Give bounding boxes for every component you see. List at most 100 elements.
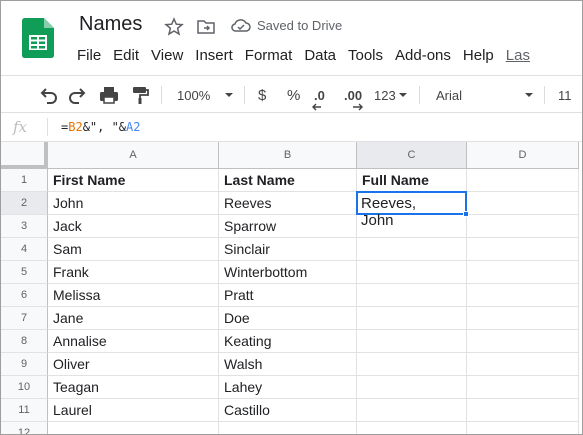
row-header-2[interactable]: 2 bbox=[1, 192, 48, 215]
cell-a3[interactable]: Jack bbox=[48, 215, 219, 238]
increase-decimals-button[interactable]: .00 bbox=[344, 84, 363, 111]
format-currency-button[interactable]: $ bbox=[258, 84, 266, 106]
menu-format[interactable]: Format bbox=[239, 45, 299, 66]
undo-icon[interactable] bbox=[37, 84, 59, 106]
cell-c11[interactable] bbox=[357, 399, 467, 422]
more-formats-button[interactable]: 123 bbox=[374, 84, 408, 106]
cell-c10[interactable] bbox=[357, 376, 467, 399]
cell-b11[interactable]: Castillo bbox=[219, 399, 357, 422]
sheets-logo-icon[interactable] bbox=[22, 18, 54, 58]
cell-b8[interactable]: Keating bbox=[219, 330, 357, 353]
cell-a7[interactable]: Jane bbox=[48, 307, 219, 330]
move-folder-icon[interactable] bbox=[196, 17, 216, 37]
cell-b2[interactable]: Reeves bbox=[219, 192, 357, 215]
cell-a8[interactable]: Annalise bbox=[48, 330, 219, 353]
fill-handle[interactable] bbox=[463, 211, 469, 217]
cell-a9[interactable]: Oliver bbox=[48, 353, 219, 376]
cell-d8[interactable] bbox=[467, 330, 579, 353]
row-header-8[interactable]: 8 bbox=[1, 330, 48, 353]
column-header-c[interactable]: C bbox=[357, 142, 467, 169]
cell-d5[interactable] bbox=[467, 261, 579, 284]
formula-input[interactable]: =B2&", "&A2 bbox=[61, 120, 141, 134]
row-header-6[interactable]: 6 bbox=[1, 284, 48, 307]
column-header-a[interactable]: A bbox=[48, 142, 219, 169]
cell-c4[interactable] bbox=[357, 238, 467, 261]
menu-view[interactable]: View bbox=[145, 45, 189, 66]
redo-icon[interactable] bbox=[67, 84, 89, 106]
cell-a11[interactable]: Laurel bbox=[48, 399, 219, 422]
cell-a10[interactable]: Teagan bbox=[48, 376, 219, 399]
cell-c7[interactable] bbox=[357, 307, 467, 330]
row-header-5[interactable]: 5 bbox=[1, 261, 48, 284]
cell-d10[interactable] bbox=[467, 376, 579, 399]
cell-b10[interactable]: Lahey bbox=[219, 376, 357, 399]
chevron-down-icon bbox=[525, 93, 533, 97]
menu-edit[interactable]: Edit bbox=[107, 45, 145, 66]
cell-c9[interactable] bbox=[357, 353, 467, 376]
menu-add-ons[interactable]: Add-ons bbox=[389, 45, 457, 66]
decrease-decimals-label: .0 bbox=[314, 87, 325, 103]
cloud-done-icon bbox=[231, 19, 251, 32]
row-header-3[interactable]: 3 bbox=[1, 215, 48, 238]
cell-b12[interactable] bbox=[219, 422, 357, 434]
row-header-12[interactable]: 12 bbox=[1, 422, 48, 434]
row-header-4[interactable]: 4 bbox=[1, 238, 48, 261]
cell-c1[interactable]: Full Name bbox=[357, 169, 467, 192]
cell-a6[interactable]: Melissa bbox=[48, 284, 219, 307]
row-header-9[interactable]: 9 bbox=[1, 353, 48, 376]
cell-b6[interactable]: Pratt bbox=[219, 284, 357, 307]
cell-c6[interactable] bbox=[357, 284, 467, 307]
font-value: Arial bbox=[436, 87, 463, 103]
row-header-7[interactable]: 7 bbox=[1, 307, 48, 330]
cell-c5[interactable] bbox=[357, 261, 467, 284]
cell-b3[interactable]: Sparrow bbox=[219, 215, 357, 238]
menu-insert[interactable]: Insert bbox=[189, 45, 239, 66]
cell-d1[interactable] bbox=[467, 169, 579, 192]
cell-d6[interactable] bbox=[467, 284, 579, 307]
select-all-corner[interactable] bbox=[1, 142, 48, 169]
cell-a5[interactable]: Frank bbox=[48, 261, 219, 284]
cell-c8[interactable] bbox=[357, 330, 467, 353]
cell-d12[interactable] bbox=[467, 422, 579, 434]
font-select[interactable]: Arial bbox=[436, 84, 536, 106]
cell-d7[interactable] bbox=[467, 307, 579, 330]
cell-b5[interactable]: Winterbottom bbox=[219, 261, 357, 284]
paint-format-icon[interactable] bbox=[129, 84, 151, 106]
arrow-right-icon bbox=[353, 103, 363, 111]
document-title[interactable]: Names bbox=[79, 13, 142, 36]
print-icon[interactable] bbox=[98, 84, 120, 106]
cell-c12[interactable] bbox=[357, 422, 467, 434]
star-icon[interactable] bbox=[164, 17, 184, 37]
column-header-b[interactable]: B bbox=[219, 142, 357, 169]
toolbar-separator bbox=[419, 86, 420, 104]
toolbar: 100% $ % .0 .00 123 Arial 11 bbox=[1, 75, 582, 113]
cell-a1[interactable]: First Name bbox=[48, 169, 219, 192]
cell-b9[interactable]: Walsh bbox=[219, 353, 357, 376]
font-size-select[interactable]: 11 bbox=[558, 84, 572, 106]
decrease-decimals-button[interactable]: .0 bbox=[312, 84, 325, 111]
menu-bar: File Edit View Insert Format Data Tools … bbox=[71, 45, 536, 66]
cell-b4[interactable]: Sinclair bbox=[219, 238, 357, 261]
last-edit-link[interactable]: Las bbox=[500, 45, 536, 66]
row-header-10[interactable]: 10 bbox=[1, 376, 48, 399]
cell-a2[interactable]: John bbox=[48, 192, 219, 215]
menu-file[interactable]: File bbox=[71, 45, 107, 66]
cell-a12[interactable] bbox=[48, 422, 219, 434]
cell-b1[interactable]: Last Name bbox=[219, 169, 357, 192]
menu-help[interactable]: Help bbox=[457, 45, 500, 66]
format-percent-button[interactable]: % bbox=[287, 84, 300, 106]
menu-data[interactable]: Data bbox=[298, 45, 342, 66]
menu-tools[interactable]: Tools bbox=[342, 45, 389, 66]
cell-a4[interactable]: Sam bbox=[48, 238, 219, 261]
cell-b7[interactable]: Doe bbox=[219, 307, 357, 330]
cell-d4[interactable] bbox=[467, 238, 579, 261]
zoom-select[interactable]: 100% bbox=[177, 84, 237, 106]
cell-d2[interactable] bbox=[467, 192, 579, 215]
row-header-11[interactable]: 11 bbox=[1, 399, 48, 422]
row-header-1[interactable]: 1 bbox=[1, 169, 48, 192]
cell-d3[interactable] bbox=[467, 215, 579, 238]
cell-d9[interactable] bbox=[467, 353, 579, 376]
column-header-d[interactable]: D bbox=[467, 142, 579, 169]
cell-d11[interactable] bbox=[467, 399, 579, 422]
formula-ref-a2: A2 bbox=[126, 120, 141, 134]
